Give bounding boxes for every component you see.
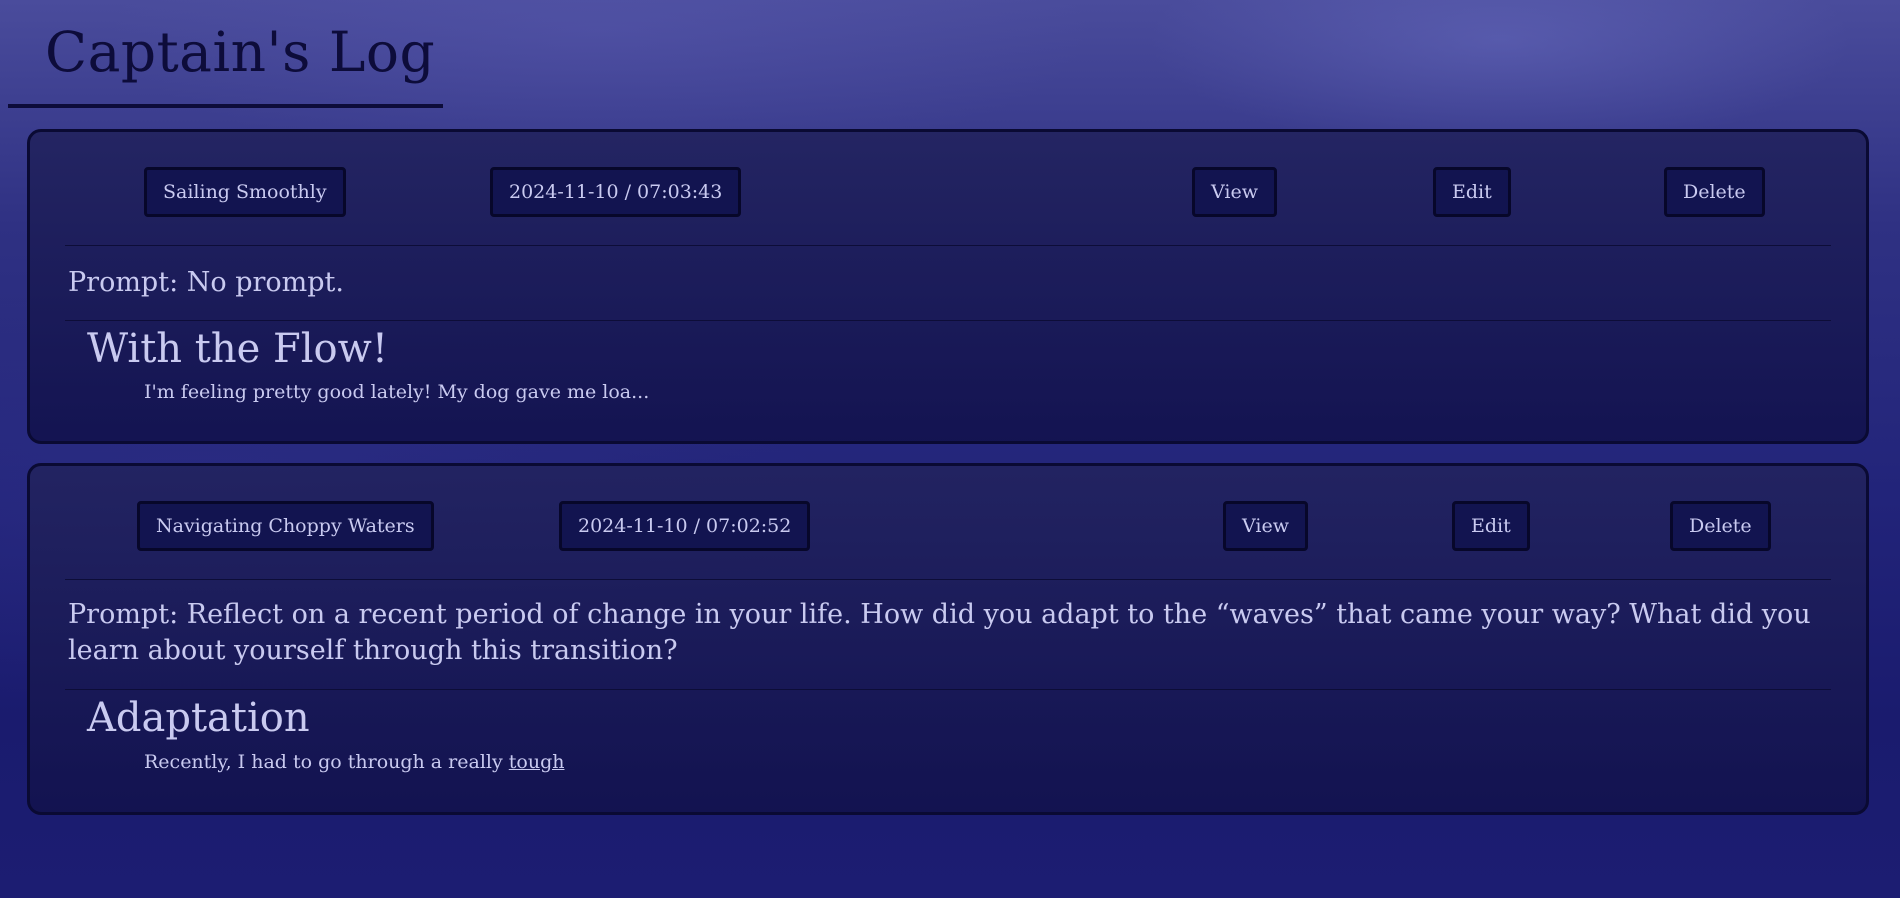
view-button[interactable]: View (1223, 501, 1308, 551)
app-title: Captain's Log (45, 20, 436, 84)
edit-button[interactable]: Edit (1452, 501, 1530, 551)
entry-title[interactable]: With the Flow! (87, 326, 388, 372)
divider (65, 245, 1831, 246)
title-underline (8, 104, 443, 108)
delete-button[interactable]: Delete (1670, 501, 1771, 551)
divider (65, 579, 1831, 580)
entry-excerpt: Recently, I had to go through a really t… (144, 749, 564, 775)
entry-excerpt: I'm feeling pretty good lately! My dog g… (144, 381, 650, 403)
log-entry-card: Navigating Choppy Waters 2024-11-10 / 07… (27, 463, 1869, 815)
excerpt-link[interactable]: tough (509, 751, 565, 773)
log-entry-card: Sailing Smoothly 2024-11-10 / 07:03:43 V… (27, 129, 1869, 444)
mood-badge[interactable]: Sailing Smoothly (144, 167, 346, 217)
delete-button[interactable]: Delete (1664, 167, 1765, 217)
timestamp-badge: 2024-11-10 / 07:02:52 (559, 501, 811, 551)
timestamp-badge: 2024-11-10 / 07:03:43 (490, 167, 742, 217)
view-button[interactable]: View (1192, 167, 1277, 217)
entry-prompt: Prompt: Reflect on a recent period of ch… (68, 599, 1811, 666)
divider (65, 689, 1831, 690)
entry-prompt: Prompt: No prompt. (68, 267, 344, 298)
mood-badge[interactable]: Navigating Choppy Waters (137, 501, 434, 551)
divider (65, 320, 1831, 321)
edit-button[interactable]: Edit (1433, 167, 1511, 217)
entry-title[interactable]: Adaptation (87, 695, 310, 741)
entry-excerpt-text: Recently, I had to go through a really (144, 751, 509, 773)
